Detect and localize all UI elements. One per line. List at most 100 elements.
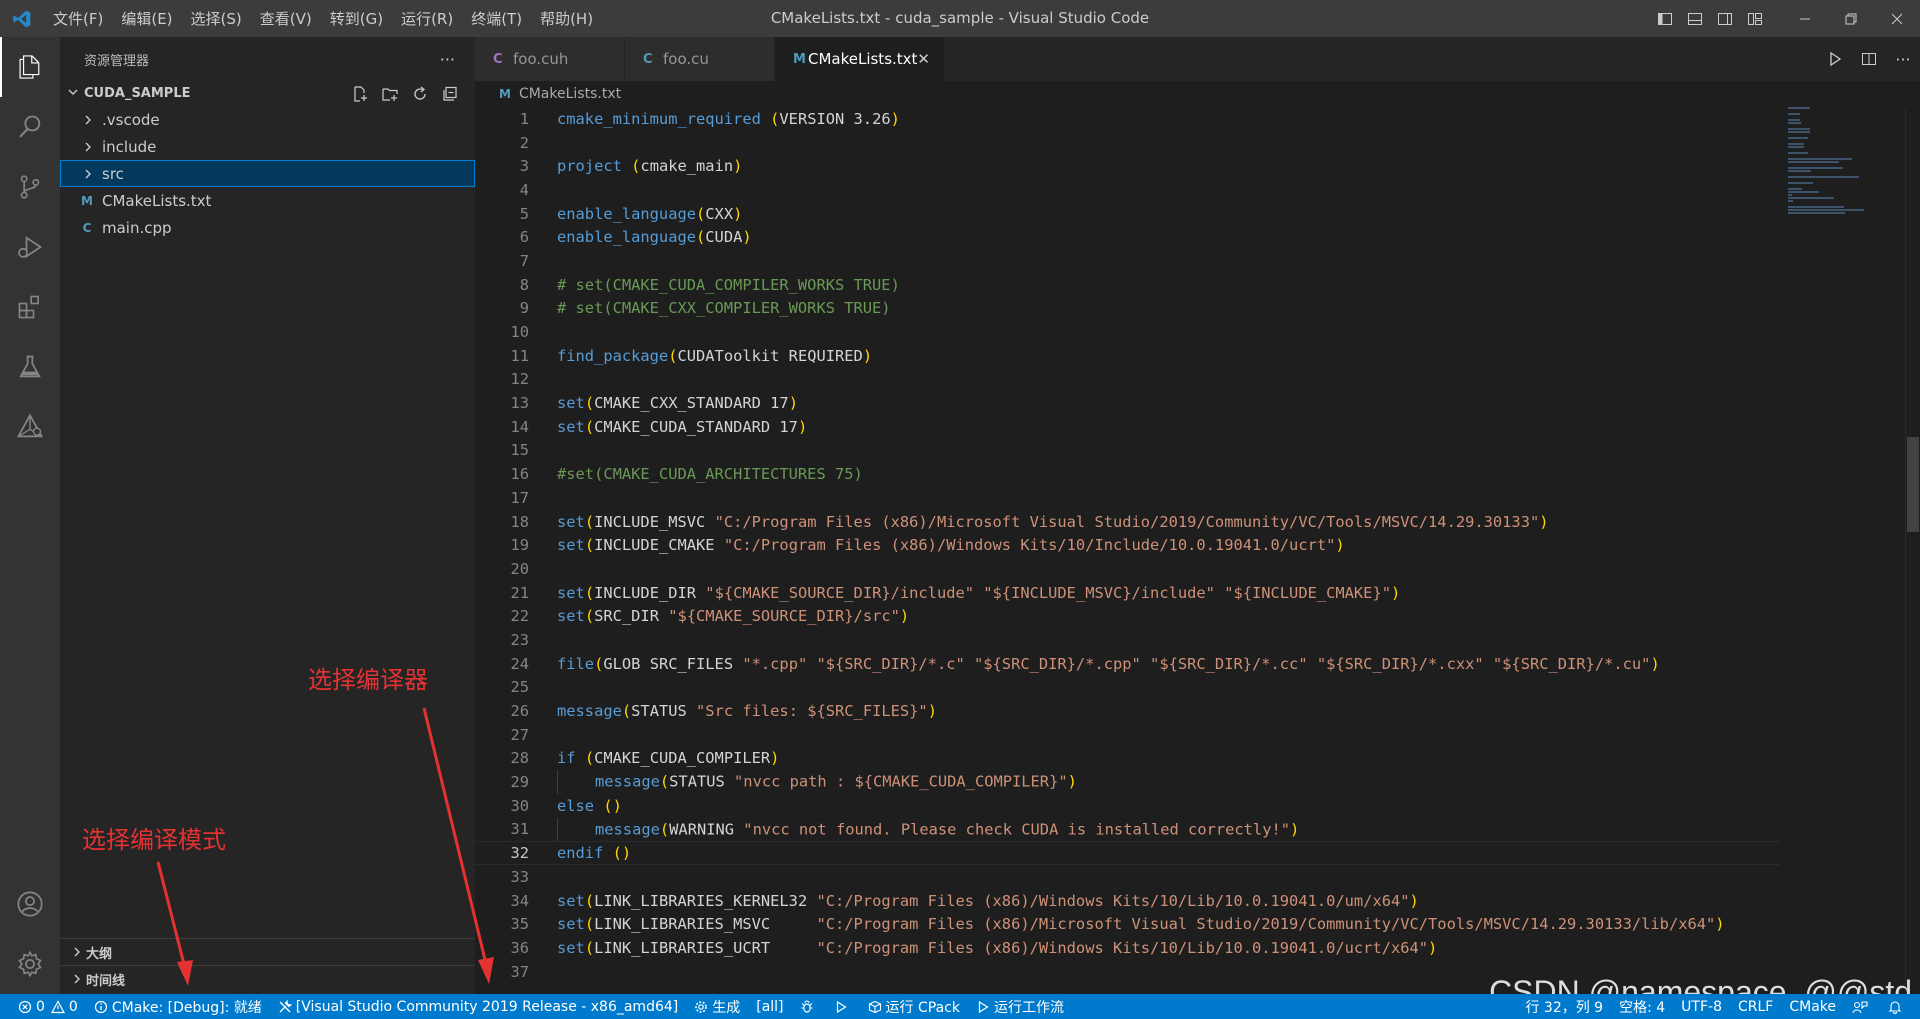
run-icon[interactable] <box>1818 37 1852 81</box>
code-line[interactable]: 7 <box>475 249 1780 273</box>
cmake-launch-button[interactable] <box>826 994 860 1019</box>
close-window-icon[interactable] <box>1874 0 1920 37</box>
code-line[interactable]: 9 # set(CMAKE_CXX_COMPILER_WORKS TRUE) <box>475 297 1780 321</box>
code-line[interactable]: 29 message(STATUS "nvcc path : ${CMAKE_CU… <box>475 770 1780 794</box>
menu-file[interactable]: 文件(F) <box>44 4 112 34</box>
new-file-icon[interactable] <box>345 81 375 106</box>
cmake-kit-select[interactable]: [Visual Studio Community 2019 Release - … <box>270 994 686 1019</box>
end-of-line[interactable]: CRLF <box>1730 994 1781 1019</box>
collapse-all-icon[interactable] <box>435 81 465 106</box>
code-line[interactable]: 20 <box>475 557 1780 581</box>
code-line[interactable]: 1 cmake_minimum_required (VERSION 3.26) <box>475 107 1780 131</box>
menu-selection[interactable]: 选择(S) <box>182 4 251 34</box>
testing-icon[interactable] <box>0 337 60 397</box>
editor-scrollbar[interactable] <box>1905 107 1920 994</box>
code-line[interactable]: 30 else () <box>475 794 1780 818</box>
toggle-secondary-sidebar-icon[interactable] <box>1710 0 1740 37</box>
scrollbar-thumb[interactable] <box>1907 437 1919 532</box>
code-editor[interactable]: 1 cmake_minimum_required (VERSION 3.26) 2 3… <box>475 107 1780 994</box>
search-icon[interactable] <box>0 97 60 157</box>
timeline-section[interactable]: 时间线 <box>60 965 475 992</box>
code-line[interactable]: 4 <box>475 178 1780 202</box>
indentation[interactable]: 空格: 4 <box>1611 994 1673 1019</box>
new-folder-icon[interactable] <box>375 81 405 106</box>
code-line[interactable]: 2 <box>475 131 1780 155</box>
menu-view[interactable]: 查看(V) <box>251 4 321 34</box>
code-line[interactable]: 22 set(SRC_DIR "${CMAKE_SOURCE_DIR}/src") <box>475 604 1780 628</box>
language-mode[interactable]: CMake <box>1781 994 1844 1019</box>
tree-item-src[interactable]: src <box>60 160 475 187</box>
notifications-bell-icon[interactable] <box>1880 994 1920 1019</box>
run-workflow-button[interactable]: 运行工作流 <box>968 994 1072 1019</box>
code-line[interactable]: 6 enable_language(CUDA) <box>475 225 1780 249</box>
extensions-icon[interactable] <box>0 277 60 337</box>
menu-edit[interactable]: 编辑(E) <box>112 4 181 34</box>
source-control-icon[interactable] <box>0 157 60 217</box>
code-line[interactable]: 15 <box>475 439 1780 463</box>
close-tab-icon[interactable]: ✕ <box>917 50 930 68</box>
tree-item-cmakelists-txt[interactable]: M CMakeLists.txt <box>60 187 475 214</box>
restore-icon[interactable] <box>1828 0 1874 37</box>
code-line[interactable]: 26 message(STATUS "Src files: ${SRC_FILES… <box>475 699 1780 723</box>
toggle-primary-sidebar-icon[interactable] <box>1650 0 1680 37</box>
tab-cmakelists[interactable]: M CMakeLists.txt ✕ <box>775 37 945 81</box>
more-actions-icon[interactable]: ··· <box>1886 37 1920 81</box>
code-line[interactable]: 23 <box>475 628 1780 652</box>
code-line[interactable]: 11 find_package(CUDAToolkit REQUIRED) <box>475 344 1780 368</box>
code-line[interactable]: 28 if (CMAKE_CUDA_COMPILER) <box>475 747 1780 771</box>
code-line[interactable]: 35 set(LINK_LIBRARIES_MSVC "C:/Program Fi… <box>475 912 1780 936</box>
run-cpack-button[interactable]: 运行 CPack <box>860 994 968 1019</box>
code-line[interactable]: 21 set(INCLUDE_DIR "${CMAKE_SOURCE_DIR}/i… <box>475 581 1780 605</box>
code-line[interactable]: 34 set(LINK_LIBRARIES_KERNEL32 "C:/Progra… <box>475 889 1780 913</box>
tab-foo-cuh[interactable]: C foo.cuh <box>475 37 625 81</box>
tab-foo-cu[interactable]: C foo.cu <box>625 37 775 81</box>
toggle-panel-icon[interactable] <box>1680 0 1710 37</box>
split-editor-icon[interactable] <box>1852 37 1886 81</box>
breadcrumb[interactable]: M CMakeLists.txt <box>475 81 1775 107</box>
menu-help[interactable]: 帮助(H) <box>531 4 602 34</box>
project-section-header[interactable]: CUDA_SAMPLE <box>60 81 475 106</box>
tree-item-main-cpp[interactable]: Cmain.cpp <box>60 214 475 241</box>
code-line[interactable]: 19 set(INCLUDE_CMAKE "C:/Program Files (x… <box>475 533 1780 557</box>
encoding[interactable]: UTF-8 <box>1673 994 1730 1019</box>
code-line[interactable]: 24 file(GLOB SRC_FILES "*.cpp" "${SRC_DIR… <box>475 652 1780 676</box>
menu-run[interactable]: 运行(R) <box>392 4 462 34</box>
code-line[interactable]: 18 set(INCLUDE_MSVC "C:/Program Files (x8… <box>475 510 1780 534</box>
code-line[interactable]: 17 <box>475 486 1780 510</box>
feedback-icon[interactable] <box>1844 994 1880 1019</box>
menu-terminal[interactable]: 终端(T) <box>462 4 531 34</box>
more-actions-icon[interactable]: ··· <box>440 50 455 69</box>
explorer-icon[interactable] <box>0 37 60 97</box>
settings-gear-icon[interactable] <box>0 934 60 994</box>
code-line[interactable]: 3 project (cmake_main) <box>475 154 1780 178</box>
code-line[interactable]: 27 <box>475 723 1780 747</box>
code-line[interactable]: 31 message(WARNING "nvcc not found. Pleas… <box>475 817 1780 842</box>
tree-item-include[interactable]: include <box>60 133 475 160</box>
refresh-icon[interactable] <box>405 81 435 106</box>
run-debug-icon[interactable] <box>0 217 60 277</box>
code-line[interactable]: 16 #set(CMAKE_CUDA_ARCHITECTURES 75) <box>475 462 1780 486</box>
code-line[interactable]: 12 <box>475 368 1780 392</box>
account-icon[interactable] <box>0 874 60 934</box>
outline-section[interactable]: 大纲 <box>60 938 475 965</box>
code-line[interactable]: 5 enable_language(CXX) <box>475 202 1780 226</box>
problems-status[interactable]: 0 0 <box>0 994 86 1019</box>
minimap[interactable] <box>1780 107 1905 994</box>
cmake-target-select[interactable]: [all] <box>748 994 791 1019</box>
menu-go[interactable]: 转到(G) <box>321 4 392 34</box>
code-line[interactable]: 14 set(CMAKE_CUDA_STANDARD 17) <box>475 415 1780 439</box>
cmake-build-button[interactable]: 生成 <box>686 994 748 1019</box>
tree-item-vscode[interactable]: .vscode <box>60 106 475 133</box>
code-line[interactable]: 32 endif () <box>475 841 1780 865</box>
code-line[interactable]: 25 <box>475 676 1780 700</box>
code-line[interactable]: 13 set(CMAKE_CXX_STANDARD 17) <box>475 391 1780 415</box>
breadcrumb-file[interactable]: CMakeLists.txt <box>519 86 621 102</box>
cursor-position[interactable]: 行 32，列 9 <box>1517 994 1611 1019</box>
minimize-icon[interactable] <box>1782 0 1828 37</box>
code-line[interactable]: 33 <box>475 865 1780 889</box>
cmake-debug-button[interactable] <box>792 994 826 1019</box>
customize-layout-icon[interactable] <box>1740 0 1770 37</box>
code-line[interactable]: 36 set(LINK_LIBRARIES_UCRT "C:/Program Fi… <box>475 936 1780 960</box>
cmake-icon[interactable] <box>0 397 60 457</box>
cmake-status[interactable]: CMake: [Debug]: 就绪 <box>86 994 270 1019</box>
